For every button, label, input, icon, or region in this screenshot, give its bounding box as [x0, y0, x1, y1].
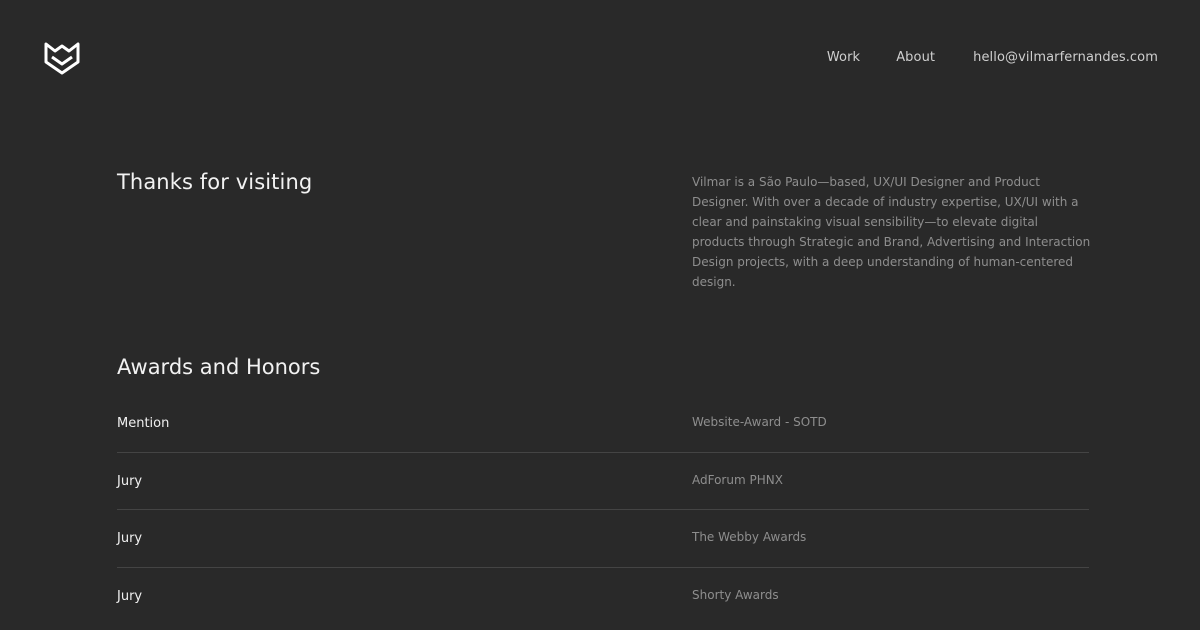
award-name: Shorty Awards — [692, 587, 779, 602]
award-type: Jury — [117, 588, 143, 604]
award-name: The Webby Awards — [692, 530, 807, 544]
award-row: Jury The Webby Awards — [117, 510, 1089, 568]
nav-link-about[interactable]: About — [896, 50, 935, 65]
award-row: Jury AdForum PHNX — [117, 453, 1089, 510]
intro-description: Vilmar is a São Paulo—based, UX/UI Desig… — [692, 175, 1091, 289]
award-type: Mention — [117, 416, 170, 431]
award-name: AdForum PHNX — [692, 472, 783, 487]
awards-list: Mention Website-Award - SOTD Jury AdForu… — [117, 395, 1089, 625]
top-nav: Work About hello@vilmarfernandes.com — [827, 50, 1158, 65]
intro-title: Thanks for visiting — [117, 170, 313, 194]
vf-chevron-shield-logo-icon[interactable] — [44, 40, 80, 76]
award-row: Mention Website-Award - SOTD — [117, 395, 1089, 453]
nav-link-work[interactable]: Work — [827, 50, 860, 65]
award-type: Jury — [117, 531, 143, 546]
award-type: Jury — [117, 473, 143, 489]
award-row: Jury Shorty Awards — [117, 568, 1089, 626]
awards-title: Awards and Honors — [117, 355, 321, 379]
award-name: Website-Award - SOTD — [692, 415, 827, 429]
page: Work About hello@vilmarfernandes.com Tha… — [0, 0, 1200, 630]
nav-link-email[interactable]: hello@vilmarfernandes.com — [973, 50, 1158, 65]
